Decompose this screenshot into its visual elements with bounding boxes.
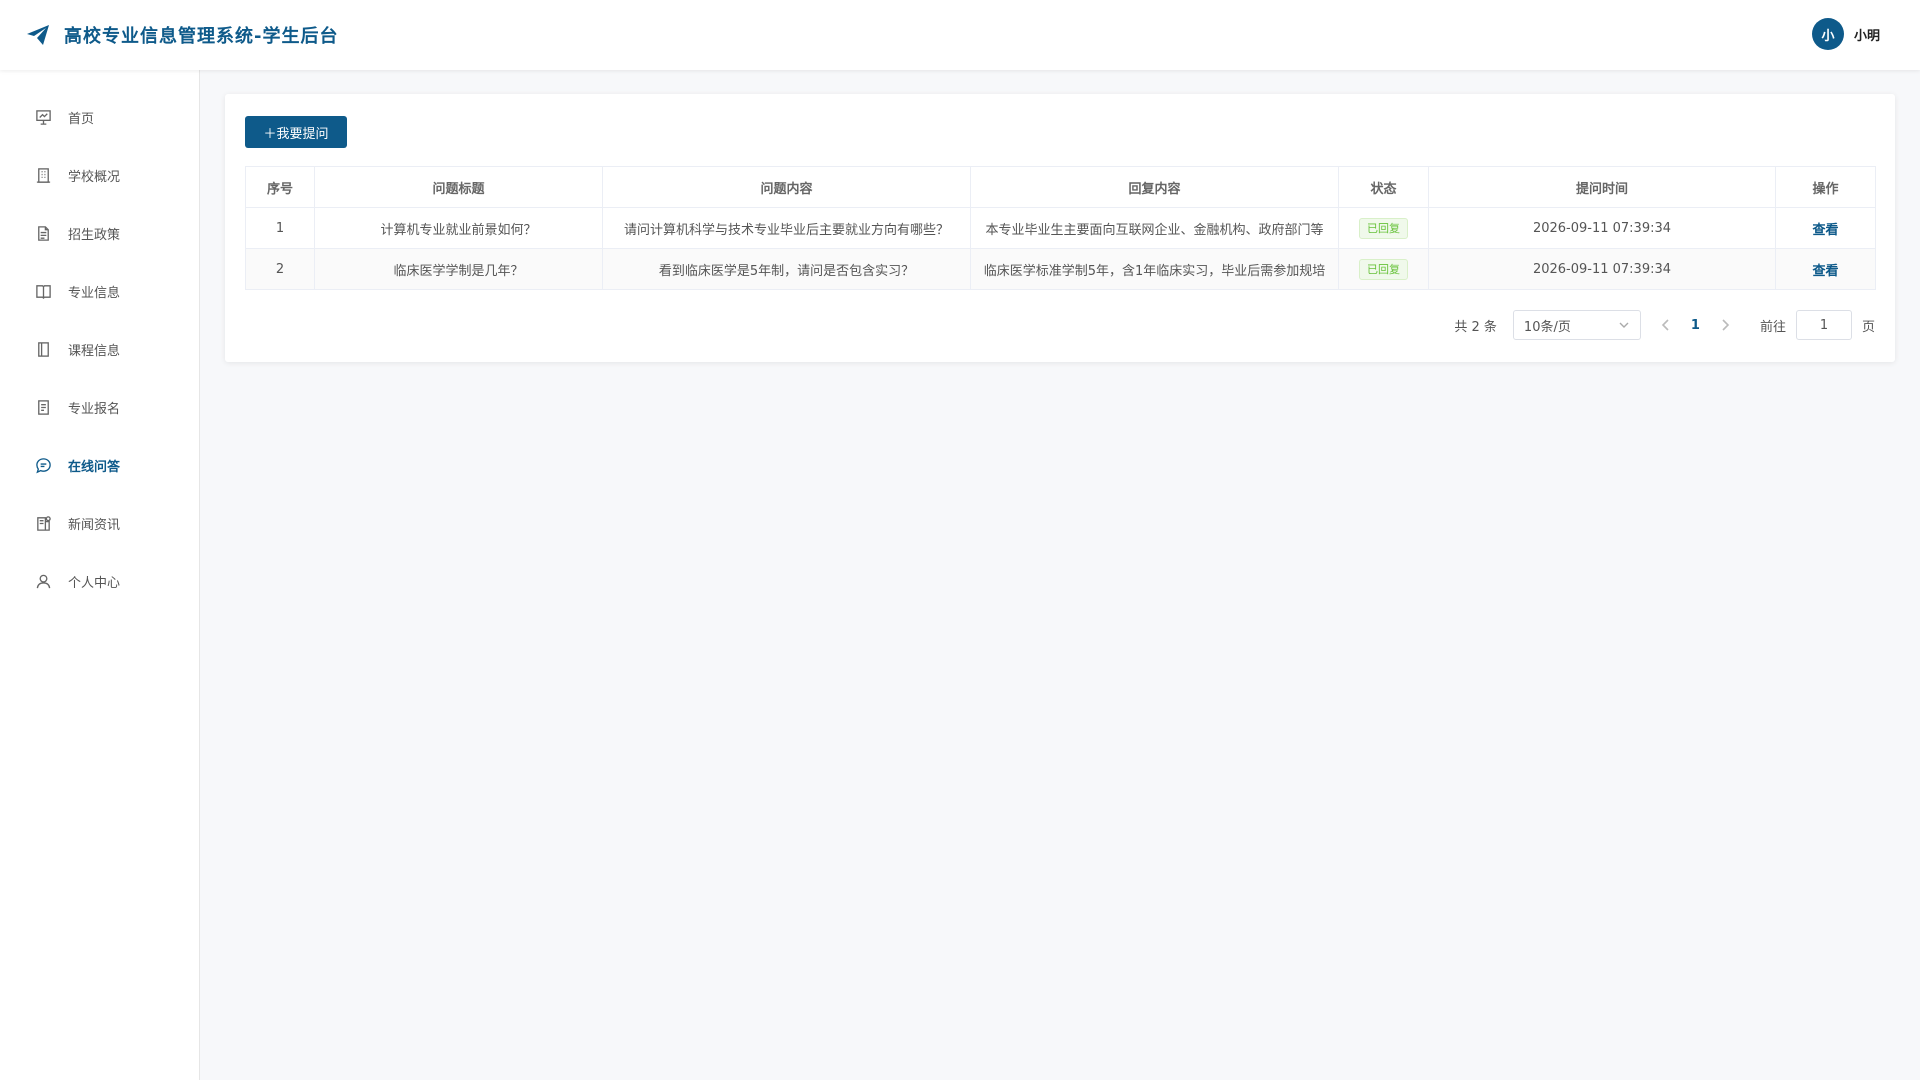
user-name[interactable]: 小明: [1854, 25, 1880, 44]
column-header-status: 状态: [1338, 166, 1429, 208]
sidebar-item-label: 新闻资讯: [68, 517, 121, 533]
sidebar-item-label: 专业报名: [68, 401, 121, 417]
page-size-select[interactable]: 10条/页: [1512, 310, 1641, 340]
column-header-action: 操作: [1775, 166, 1876, 208]
qa-table: 序号 问题标题 问题内容 回复内容 状态 提问时间 操作 1 计算机专业就业前景…: [245, 166, 1876, 290]
qa-card: ＋我要提问 序号 问题标题 问题内容 回复内容 状态 提问时间 操作 1 计算机…: [225, 94, 1895, 362]
cell-time: 2026-09-11 07:39:34: [1428, 248, 1776, 290]
sidebar-item-home[interactable]: 首页: [0, 88, 199, 146]
cell-content: 请问计算机科学与技术专业毕业后主要就业方向有哪些？: [602, 207, 971, 249]
sidebar-item-personal-center[interactable]: 个人中心: [0, 552, 199, 610]
sidebar-item-label: 课程信息: [68, 343, 121, 359]
cell-title: 计算机专业就业前景如何？: [314, 207, 603, 249]
view-link[interactable]: 查看: [1812, 264, 1838, 279]
sidebar-item-label: 专业信息: [68, 285, 121, 301]
table-row: 2 临床医学学制是几年？ 看到临床医学是5年制，请问是否包含实习？ 临床医学标准…: [245, 248, 1876, 290]
building-icon: [36, 167, 51, 183]
cell-index: 1: [245, 207, 315, 249]
cell-action: 查看: [1775, 207, 1876, 249]
document-icon: [38, 225, 49, 241]
sidebar-item-course-info[interactable]: 课程信息: [0, 320, 199, 378]
column-header-time: 提问时间: [1428, 166, 1776, 208]
total-count: 共 2 条: [1454, 319, 1497, 335]
status-badge: 已回复: [1359, 217, 1408, 239]
column-header-reply: 回复内容: [970, 166, 1339, 208]
sidebar-item-school-overview[interactable]: 学校概况: [0, 146, 199, 204]
sidebar-item-label: 学校概况: [68, 169, 121, 185]
sidebar-item-label: 首页: [68, 111, 95, 127]
open-book-icon: [36, 284, 51, 299]
cell-reply: 本专业毕业生主要面向互联网企业、金融机构、政府部门等: [970, 207, 1339, 249]
cell-status: 已回复: [1338, 207, 1429, 249]
column-header-index: 序号: [245, 166, 315, 208]
table-header-row: 序号 问题标题 问题内容 回复内容 状态 提问时间 操作: [245, 166, 1876, 208]
goto-label: 前往: [1759, 319, 1786, 335]
cell-status: 已回复: [1338, 248, 1429, 290]
chevron-left-icon[interactable]: [1659, 318, 1673, 332]
sidebar-item-major-info[interactable]: 专业信息: [0, 262, 199, 320]
avatar[interactable]: 小: [1811, 18, 1844, 50]
top-header: 高校专业信息管理系统-学生后台 小 小明: [0, 0, 1920, 70]
sidebar-item-label: 个人中心: [68, 575, 121, 591]
form-icon: [38, 399, 49, 415]
sidebar-item-news[interactable]: 新闻资讯: [0, 494, 199, 552]
cell-action: 查看: [1775, 248, 1876, 290]
sidebar-item-major-registration[interactable]: 专业报名: [0, 378, 199, 436]
chevron-right-icon[interactable]: [1718, 318, 1732, 332]
page-size-value: 10条/页: [1523, 319, 1571, 335]
presentation-icon: [36, 109, 51, 125]
sidebar-item-online-qa[interactable]: 在线问答: [0, 436, 199, 494]
goto-page-input[interactable]: [1795, 310, 1852, 340]
sidebar-item-label: 招生政策: [68, 227, 121, 243]
table-row: 1 计算机专业就业前景如何？ 请问计算机科学与技术专业毕业后主要就业方向有哪些？…: [245, 207, 1876, 249]
chevron-down-icon: [1619, 322, 1629, 328]
pagination: 共 2 条 10条/页 1 前往 页: [1454, 310, 1875, 340]
paper-plane-icon: [27, 25, 49, 45]
chat-bubble-icon: [36, 457, 51, 473]
page-number-current[interactable]: 1: [1691, 318, 1700, 333]
news-icon: [37, 515, 51, 531]
sidebar-item-label: 在线问答: [68, 459, 121, 475]
cell-reply: 临床医学标准学制5年，含1年临床实习，毕业后需参加规培: [970, 248, 1339, 290]
notebook-icon: [38, 341, 49, 357]
cell-title: 临床医学学制是几年？: [314, 248, 603, 290]
user-menu[interactable]: 小 小明: [1811, 18, 1880, 50]
ask-question-button[interactable]: ＋我要提问: [245, 116, 347, 148]
view-link[interactable]: 查看: [1812, 223, 1838, 238]
sidebar: 首页 学校概况 招生政策 专业信息 课程信息 专业报名 在线问答 新闻资讯 个人…: [0, 70, 200, 1080]
status-badge: 已回复: [1359, 258, 1408, 280]
app-title: 高校专业信息管理系统-学生后台: [64, 26, 339, 47]
column-header-content: 问题内容: [602, 166, 971, 208]
cell-time: 2026-09-11 07:39:34: [1428, 207, 1776, 249]
column-header-title: 问题标题: [314, 166, 603, 208]
cell-index: 2: [245, 248, 315, 290]
page-unit-label: 页: [1861, 319, 1875, 335]
cell-content: 看到临床医学是5年制，请问是否包含实习？: [602, 248, 971, 290]
user-icon: [36, 574, 51, 588]
sidebar-item-admission-policy[interactable]: 招生政策: [0, 204, 199, 262]
